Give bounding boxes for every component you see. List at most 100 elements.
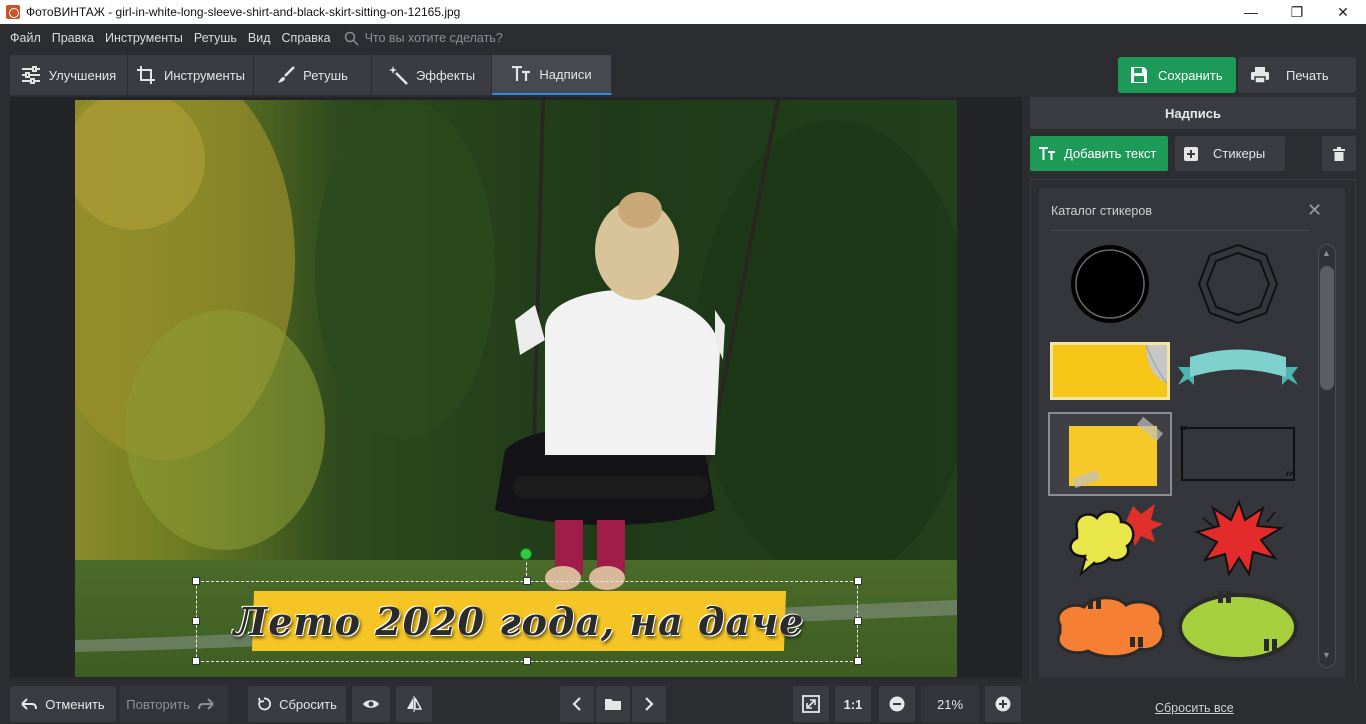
zoom-out-button[interactable] <box>879 686 915 722</box>
print-label: Печать <box>1286 67 1329 83</box>
fit-screen-icon <box>802 695 820 713</box>
print-button[interactable]: Печать <box>1238 57 1356 93</box>
rotate-handle[interactable] <box>520 548 532 560</box>
add-text-label: Добавить текст <box>1064 146 1157 161</box>
scroll-down-icon[interactable]: ▼ <box>1322 650 1331 660</box>
teal-ribbon-sticker[interactable] <box>1176 328 1300 412</box>
sliders-icon <box>21 66 40 84</box>
zoom-out-icon <box>889 696 905 712</box>
chevron-right-icon <box>645 697 654 711</box>
next-image-button[interactable] <box>632 686 666 722</box>
crop-icon <box>136 66 155 84</box>
black-circle-sticker[interactable] <box>1048 242 1172 326</box>
tab-tools[interactable]: Инструменты <box>128 55 254 95</box>
open-folder-button[interactable] <box>596 686 630 722</box>
brush-icon <box>278 66 296 83</box>
yellow-cloud-bubble-sticker[interactable] <box>1048 498 1172 582</box>
save-button[interactable]: Сохранить <box>1118 57 1236 93</box>
red-burst-bubble-sticker[interactable] <box>1176 498 1300 582</box>
zoom-in-button[interactable] <box>985 686 1021 722</box>
tab-retouch-label: Ретушь <box>303 67 348 83</box>
reset-button[interactable]: Сбросить <box>248 686 346 722</box>
reset-label: Сбросить <box>279 696 337 712</box>
compare-icon <box>407 696 422 712</box>
sticker-catalog: Каталог стикеров ✕ “” ▲ ▼ <box>1030 179 1356 687</box>
tab-tools-label: Инструменты <box>163 67 246 83</box>
compare-button[interactable] <box>396 686 432 722</box>
preview-button[interactable] <box>352 686 390 722</box>
selection-box[interactable] <box>196 581 858 662</box>
green-oval-bubble-sticker[interactable] <box>1176 584 1300 668</box>
undo-button[interactable]: Отменить <box>10 686 116 722</box>
undo-label: Отменить <box>45 696 105 712</box>
tab-retouch[interactable]: Ретушь <box>254 55 372 95</box>
tab-captions-label: Надписи <box>539 66 592 82</box>
save-label: Сохранить <box>1158 67 1223 83</box>
close-icon[interactable]: ✕ <box>1307 200 1322 221</box>
catalog-scroll-thumb[interactable] <box>1320 266 1334 390</box>
undo-icon <box>21 698 38 710</box>
zoom-level[interactable]: 21% <box>921 686 979 722</box>
resize-handle-top-left[interactable] <box>192 577 200 585</box>
resize-handle-top-right[interactable] <box>854 577 862 585</box>
redo-icon <box>197 698 214 710</box>
yellow-taped-note-sticker[interactable] <box>1048 412 1172 496</box>
resize-handle-bottom-right[interactable] <box>854 657 862 665</box>
actual-size-button[interactable]: 1:1 <box>835 686 871 722</box>
catalog-title: Каталог стикеров <box>1051 204 1152 218</box>
quote-frame-sticker[interactable]: “” <box>1176 412 1300 496</box>
resize-handle-right[interactable] <box>854 617 862 625</box>
eye-icon <box>363 700 379 708</box>
resize-handle-left[interactable] <box>192 617 200 625</box>
tab-effects-label: Эффекты <box>415 67 476 83</box>
yellow-page-curl-sticker[interactable] <box>1048 328 1172 412</box>
add-sticker-icon <box>1184 146 1198 161</box>
resize-handle-bottom[interactable] <box>523 657 531 665</box>
fit-to-screen-button[interactable] <box>793 686 829 722</box>
menu-tools[interactable]: Инструменты <box>105 31 183 45</box>
chevron-left-icon <box>572 697 581 711</box>
stickers-label: Стикеры <box>1213 146 1266 161</box>
main-tabs: Улучшения Инструменты Ретушь Эффекты Над… <box>10 55 612 95</box>
tab-effects[interactable]: Эффекты <box>372 55 492 95</box>
reset-all-link[interactable]: Сбросить все <box>1155 701 1234 715</box>
search-placeholder: Что вы хотите сделать? <box>364 31 503 45</box>
redo-button[interactable]: Повторить <box>120 686 228 722</box>
menu-edit[interactable]: Правка <box>52 31 94 45</box>
app-icon <box>6 5 20 19</box>
floppy-disk-icon <box>1131 67 1147 83</box>
reset-icon <box>258 697 272 711</box>
previous-image-button[interactable] <box>560 686 594 722</box>
octagon-outline-sticker[interactable] <box>1176 242 1300 326</box>
zoom-in-icon <box>995 696 1011 712</box>
text-icon <box>512 66 531 81</box>
tab-captions[interactable]: Надписи <box>492 55 612 95</box>
menu-help[interactable]: Справка <box>282 31 331 45</box>
tab-enhancements-label: Улучшения <box>48 67 117 83</box>
resize-handle-top[interactable] <box>523 577 531 585</box>
window-title: ФотоВИНТАЖ - girl-in-white-long-sleeve-s… <box>26 5 461 19</box>
text-icon <box>1039 146 1055 160</box>
title-bar: ФотоВИНТАЖ - girl-in-white-long-sleeve-s… <box>0 0 1366 24</box>
printer-icon <box>1251 67 1269 84</box>
orange-cloud-bubble-sticker[interactable] <box>1048 584 1172 668</box>
menu-search[interactable]: Что вы хотите сделать? <box>344 31 503 46</box>
redo-label: Повторить <box>126 696 190 712</box>
trash-icon <box>1333 146 1345 161</box>
tab-enhancements[interactable]: Улучшения <box>10 55 128 95</box>
add-text-button[interactable]: Добавить текст <box>1030 136 1168 171</box>
svg-text:“: “ <box>1178 422 1188 445</box>
close-window-button[interactable]: ✕ <box>1320 0 1366 24</box>
maximize-button[interactable]: ❐ <box>1274 0 1320 24</box>
menu-retouch[interactable]: Ретушь <box>194 31 237 45</box>
stickers-button[interactable]: Стикеры <box>1175 136 1285 171</box>
menu-file[interactable]: Файл <box>10 31 41 45</box>
menu-view[interactable]: Вид <box>248 31 271 45</box>
resize-handle-bottom-left[interactable] <box>192 657 200 665</box>
scroll-up-icon[interactable]: ▲ <box>1322 248 1331 258</box>
minimize-button[interactable]: — <box>1228 0 1274 24</box>
delete-button[interactable] <box>1322 136 1356 171</box>
panel-title: Надпись <box>1030 97 1356 129</box>
folder-icon <box>605 699 621 710</box>
svg-text:”: ” <box>1284 467 1294 486</box>
